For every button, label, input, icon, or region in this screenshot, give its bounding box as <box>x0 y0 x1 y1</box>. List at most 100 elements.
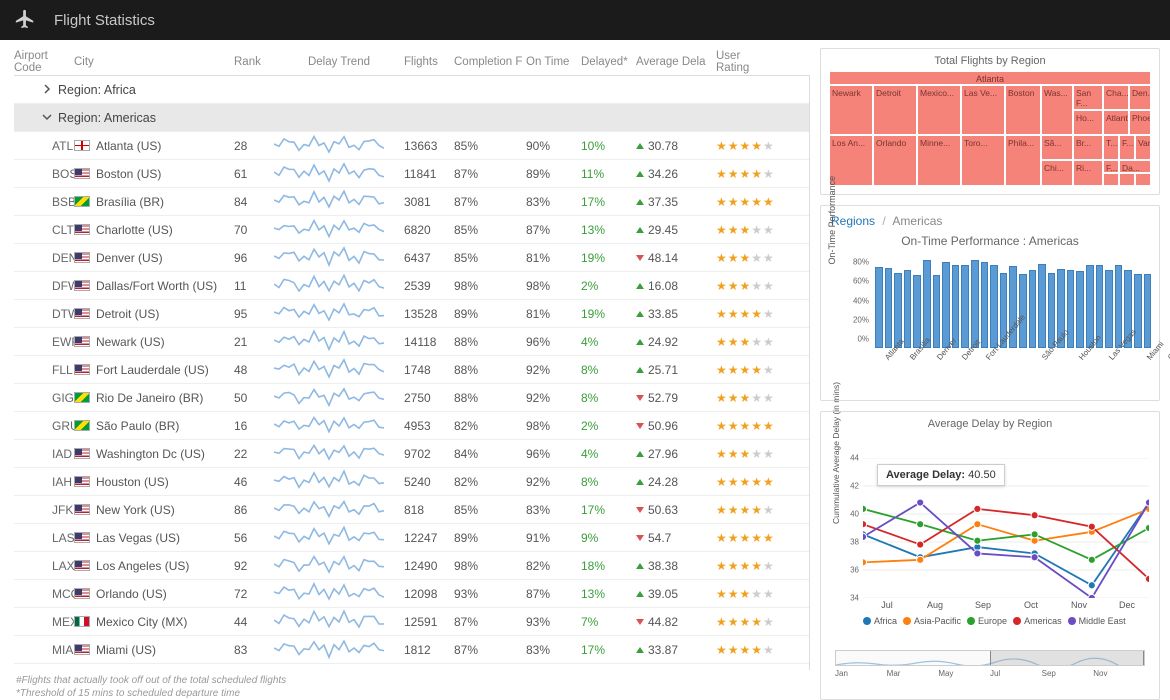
treemap-tile[interactable]: F... <box>1119 135 1135 160</box>
table-row[interactable]: IAD Washington Dc (US) 22 9702 84% 96% 4… <box>14 440 809 468</box>
cell-city: Charlotte (US) <box>74 223 234 237</box>
col-ontime[interactable]: On Time <box>526 56 581 68</box>
treemap-tile[interactable]: Detroit <box>873 85 917 135</box>
range-slider[interactable]: JanMarMayJulSepNov <box>829 648 1151 676</box>
table-row[interactable]: GIG Rio De Janeiro (BR) 50 2750 88% 92% … <box>14 384 809 412</box>
table-row[interactable]: EWR Newark (US) 21 14118 88% 96% 4% 24.9… <box>14 328 809 356</box>
bar[interactable] <box>1076 271 1084 348</box>
treemap-tile[interactable]: T... <box>1103 135 1119 160</box>
cell-city: Dallas/Fort Worth (US) <box>74 279 234 293</box>
legend-item[interactable]: Europe <box>967 616 1007 626</box>
table-row[interactable]: MCO Orlando (US) 72 12098 93% 87% 13% 39… <box>14 580 809 608</box>
treemap-tile[interactable]: San F... <box>1073 85 1103 110</box>
cell-ontime: 87% <box>526 223 581 237</box>
treemap-tile[interactable]: F... <box>1103 160 1119 173</box>
treemap-tile[interactable] <box>1103 173 1119 186</box>
cell-city: Rio De Janeiro (BR) <box>74 391 234 405</box>
col-delay-trend[interactable]: Delay Trend <box>274 56 404 68</box>
treemap-tile[interactable]: Ho... <box>1073 110 1103 135</box>
table-row[interactable]: CLT Charlotte (US) 70 6820 85% 87% 13% 2… <box>14 216 809 244</box>
treemap-tile[interactable]: Orlando <box>873 135 917 186</box>
treemap-tile[interactable]: Mexico... <box>917 85 961 135</box>
col-completion[interactable]: Completion F <box>454 56 526 68</box>
bar[interactable] <box>971 260 979 348</box>
bar[interactable] <box>990 265 998 348</box>
flag-icon <box>74 644 90 655</box>
treemap-tile[interactable] <box>1135 173 1151 186</box>
bar[interactable] <box>961 265 969 348</box>
table-row[interactable]: ATL Atlanta (US) 28 13663 85% 90% 10% 30… <box>14 132 809 160</box>
bar[interactable] <box>933 275 941 348</box>
treemap-tile[interactable]: Toro... <box>961 135 1005 186</box>
col-delayed[interactable]: Delayed* <box>581 56 636 68</box>
table-row[interactable]: JFK New York (US) 86 818 85% 83% 17% 50.… <box>14 496 809 524</box>
legend-item[interactable]: Asia-Pacific <box>903 616 961 626</box>
treemap-tile[interactable]: Newark <box>829 85 873 135</box>
cell-delayed: 11% <box>581 167 636 181</box>
line-chart[interactable]: Cummulative Average Delay (in mins) 34 3… <box>829 434 1151 644</box>
treemap-tile[interactable]: Den... <box>1129 85 1151 110</box>
col-rating[interactable]: User Rating <box>716 50 776 74</box>
treemap-tile[interactable]: Da... <box>1119 160 1151 173</box>
slider-track[interactable] <box>835 650 1145 666</box>
breadcrumb-current: Americas <box>892 214 942 228</box>
treemap[interactable]: AtlantaNewarkDetroitMexico...Las Ve...Bo… <box>829 71 1151 186</box>
slider-selection[interactable] <box>990 651 1144 665</box>
treemap-header[interactable]: Atlanta <box>829 71 1151 85</box>
cell-rank: 16 <box>234 419 274 433</box>
table-row[interactable]: FLL Fort Lauderdale (US) 48 1748 88% 92%… <box>14 356 809 384</box>
table-row[interactable]: DEN Denver (US) 96 6437 85% 81% 19% 48.1… <box>14 244 809 272</box>
table-row[interactable]: LAX Los Angeles (US) 92 12490 98% 82% 18… <box>14 552 809 580</box>
grid-body[interactable]: Region: AfricaRegion: Americas ATL Atlan… <box>14 76 810 670</box>
bar[interactable] <box>952 265 960 348</box>
table-row[interactable]: MEX Mexico City (MX) 44 12591 87% 93% 7%… <box>14 608 809 636</box>
treemap-tile[interactable]: Ri... <box>1073 160 1103 186</box>
cell-rank: 61 <box>234 167 274 181</box>
table-row[interactable]: MIA Miami (US) 83 1812 87% 83% 17% 33.87… <box>14 636 809 664</box>
treemap-tile[interactable]: Atlanta <box>1103 110 1129 135</box>
treemap-tile[interactable]: Boston <box>1005 85 1041 135</box>
flag-icon <box>74 280 90 291</box>
cell-ontime: 81% <box>526 251 581 265</box>
col-rank[interactable]: Rank <box>234 56 274 68</box>
treemap-tile[interactable]: Vanc... <box>1135 135 1151 160</box>
group-row-americas[interactable]: Region: Americas <box>14 104 809 132</box>
bar[interactable] <box>1115 265 1123 348</box>
treemap-tile[interactable]: Was... <box>1041 85 1073 135</box>
bar[interactable] <box>885 268 893 348</box>
col-flights[interactable]: Flights <box>404 56 454 68</box>
col-avg-delay[interactable]: Average Dela <box>636 56 716 68</box>
legend-item[interactable]: Africa <box>863 616 897 626</box>
treemap-tile[interactable]: Phoenix <box>1129 110 1151 135</box>
group-row-africa[interactable]: Region: Africa <box>14 76 809 104</box>
treemap-tile[interactable]: Br... <box>1073 135 1103 160</box>
table-row[interactable]: DFW Dallas/Fort Worth (US) 11 2539 98% 9… <box>14 272 809 300</box>
breadcrumb-parent[interactable]: Regions <box>831 214 875 228</box>
col-city[interactable]: City <box>74 56 234 68</box>
treemap-tile[interactable]: Las Ve... <box>961 85 1005 135</box>
treemap-tile[interactable]: Cha... <box>1103 85 1129 110</box>
legend-item[interactable]: Middle East <box>1068 616 1126 626</box>
bar[interactable] <box>981 262 989 348</box>
bar[interactable] <box>1105 270 1113 348</box>
table-row[interactable]: LAS Las Vegas (US) 56 12247 89% 91% 9% 5… <box>14 524 809 552</box>
treemap-tile[interactable]: Chi... <box>1041 160 1073 186</box>
table-row[interactable]: IAH Houston (US) 46 5240 82% 92% 8% 24.2… <box>14 468 809 496</box>
table-row[interactable]: GRU São Paulo (BR) 16 4953 82% 98% 2% 50… <box>14 412 809 440</box>
bar[interactable] <box>913 275 921 348</box>
table-row[interactable]: BOS Boston (US) 61 11841 87% 89% 11% 34.… <box>14 160 809 188</box>
col-airport-code[interactable]: Airport Code <box>14 50 74 74</box>
table-row[interactable]: BSB Brasília (BR) 84 3081 87% 83% 17% 37… <box>14 188 809 216</box>
table-row[interactable]: DTW Detroit (US) 95 13528 89% 81% 19% 33… <box>14 300 809 328</box>
bar[interactable] <box>942 262 950 348</box>
treemap-tile[interactable] <box>1119 173 1135 186</box>
bar[interactable] <box>875 267 883 348</box>
bar[interactable] <box>904 270 912 348</box>
bar-chart[interactable]: On-Time Performance 0% 20% 40% 60% 80% A… <box>829 252 1151 392</box>
bar[interactable] <box>1144 274 1152 348</box>
cell-code: FLL <box>14 363 74 377</box>
treemap-tile[interactable]: Phila... <box>1005 135 1041 186</box>
treemap-tile[interactable]: Minne... <box>917 135 961 186</box>
legend-item[interactable]: Americas <box>1013 616 1062 626</box>
treemap-tile[interactable]: Sã... <box>1041 135 1073 160</box>
